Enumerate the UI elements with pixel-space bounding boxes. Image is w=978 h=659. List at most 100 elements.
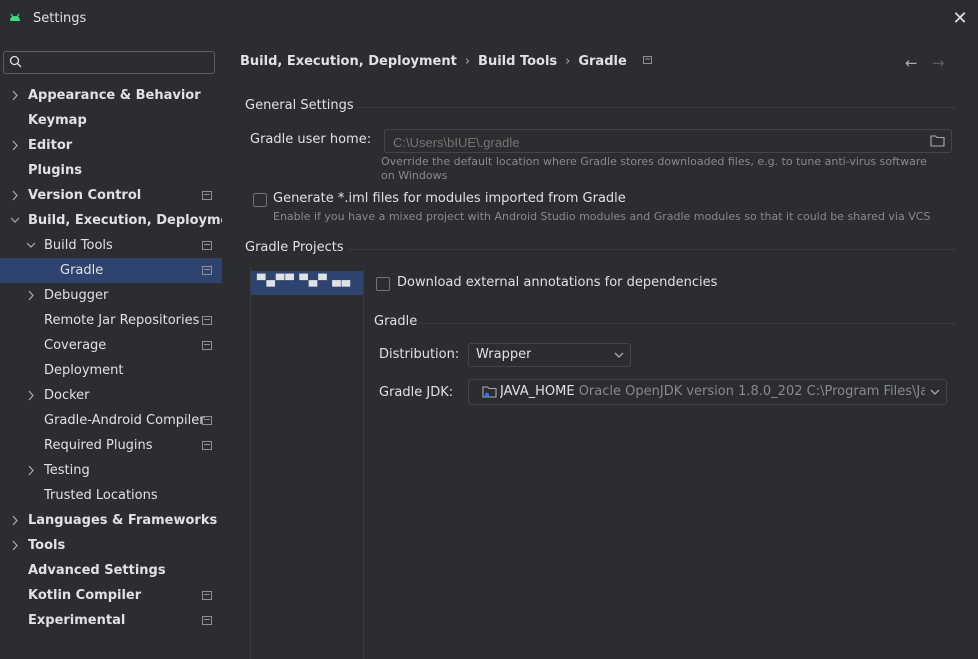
sidebar-item-label: Remote Jar Repositories — [44, 313, 200, 328]
gradle-user-home-input[interactable] — [391, 132, 915, 152]
project-list-item[interactable]: ▀▄▀▀ ▀▄▀ ▄▄ — [251, 271, 363, 295]
close-button[interactable]: ✕ — [950, 9, 970, 29]
gradle-jdk-label: Gradle JDK: — [379, 385, 454, 400]
breadcrumb-item: Gradle — [578, 54, 627, 69]
generate-iml-label[interactable]: Generate *.iml files for modules importe… — [273, 191, 626, 206]
sidebar-item-label: Tools — [28, 538, 66, 553]
sidebar-item-label: Build Tools — [44, 238, 113, 253]
sidebar-item-appearance-behavior[interactable]: Appearance & Behavior — [0, 83, 222, 108]
sidebar-item-docker[interactable]: Docker — [0, 383, 222, 408]
jdk-name: JAVA_HOME — [500, 384, 575, 399]
settings-content: Build, Execution, Deployment › Build Tools… — [222, 38, 978, 659]
sidebar-item-label: Build, Execution, Deployment — [28, 213, 245, 228]
page-settings-icon — [202, 266, 212, 275]
general-settings-title: General Settings — [245, 98, 354, 113]
sidebar-item-label: Advanced Settings — [28, 563, 166, 578]
android-icon — [10, 13, 20, 21]
sidebar-item-advanced-settings[interactable]: Advanced Settings — [0, 558, 222, 583]
sidebar-item-debugger[interactable]: Debugger — [0, 283, 222, 308]
download-annotations-label[interactable]: Download external annotations for depend… — [397, 275, 717, 290]
project-name: ▀▄▀▀ ▀▄▀ ▄▄ — [257, 274, 352, 287]
jdk-detail: Oracle OpenJDK version 1.8.0_202 C:\Prog… — [578, 384, 925, 399]
gradle-projects-list[interactable]: ▀▄▀▀ ▀▄▀ ▄▄ — [250, 268, 364, 659]
breadcrumb-item[interactable]: Build Tools — [478, 54, 557, 69]
settings-sidebar: Appearance & Behavior Keymap Editor Plugins… — [0, 38, 245, 659]
search-box[interactable] — [3, 51, 215, 74]
sidebar-item-version-control[interactable]: Version Control — [0, 183, 222, 208]
sidebar-item-remote-jar-repositories[interactable]: Remote Jar Repositories — [0, 308, 222, 333]
jdk-folder-icon — [482, 386, 497, 398]
sidebar-item-label: Testing — [44, 463, 90, 478]
page-settings-icon — [202, 591, 212, 600]
sidebar-item-testing[interactable]: Testing — [0, 458, 222, 483]
breadcrumb-item[interactable]: Build, Execution, Deployment — [240, 54, 457, 69]
sidebar-item-label: Keymap — [28, 113, 87, 128]
sidebar-item-label: Languages & Frameworks — [28, 513, 218, 528]
sidebar-item-label: Trusted Locations — [44, 488, 158, 503]
sidebar-item-kotlin-compiler[interactable]: Kotlin Compiler — [0, 583, 222, 608]
sidebar-item-experimental[interactable]: Experimental — [0, 608, 222, 633]
section-divider — [348, 249, 956, 250]
sidebar-item-gradle-android-compiler[interactable]: Gradle-Android Compiler — [0, 408, 222, 433]
page-settings-icon — [202, 191, 212, 200]
title-bar: Settings ✕ — [0, 0, 978, 38]
generate-iml-checkbox[interactable] — [253, 193, 267, 207]
forward-button[interactable]: → — [932, 54, 945, 72]
sidebar-item-languages-frameworks[interactable]: Languages & Frameworks — [0, 508, 222, 533]
back-button[interactable]: ← — [905, 54, 918, 72]
download-annotations-checkbox[interactable] — [376, 277, 390, 291]
generate-iml-hint: Enable if you have a mixed project with … — [273, 210, 931, 223]
gradle-user-home-label: Gradle user home: — [250, 132, 372, 147]
sidebar-item-editor[interactable]: Editor — [0, 133, 222, 158]
sidebar-item-label: Appearance & Behavior — [28, 88, 201, 103]
sidebar-item-coverage[interactable]: Coverage — [0, 333, 222, 358]
search-input[interactable] — [26, 53, 210, 74]
sidebar-item-label: Version Control — [28, 188, 142, 203]
search-icon — [9, 55, 22, 68]
sidebar-item-deployment[interactable]: Deployment — [0, 358, 222, 383]
gradle-projects-title: Gradle Projects — [245, 240, 344, 255]
breadcrumb-separator: › — [464, 54, 471, 69]
page-settings-icon — [202, 341, 212, 350]
page-settings-icon — [642, 56, 652, 64]
sidebar-item-label: Gradle-Android Compiler — [44, 413, 205, 428]
sidebar-item-keymap[interactable]: Keymap — [0, 108, 222, 133]
sidebar-item-label: Required Plugins — [44, 438, 153, 453]
sidebar-item-label: Editor — [28, 138, 73, 153]
breadcrumb: Build, Execution, Deployment › Build Tools… — [240, 54, 653, 69]
sidebar-item-label: Deployment — [44, 363, 124, 378]
window-title: Settings — [33, 11, 87, 26]
sidebar-item-tools[interactable]: Tools — [0, 533, 222, 558]
distribution-select[interactable]: Wrapper — [468, 343, 631, 367]
sidebar-item-gradle[interactable]: Gradle — [0, 258, 222, 283]
sidebar-item-label: Debugger — [44, 288, 109, 303]
sidebar-item-plugins[interactable]: Plugins — [0, 158, 222, 183]
sidebar-item-label: Plugins — [28, 163, 82, 178]
sidebar-item-required-plugins[interactable]: Required Plugins — [0, 433, 222, 458]
section-divider — [356, 107, 956, 108]
sidebar-item-build-execution-deployment[interactable]: Build, Execution, Deployment — [0, 208, 245, 233]
distribution-label: Distribution: — [379, 347, 460, 362]
sidebar-item-label: Coverage — [44, 338, 107, 353]
chevron-down-icon — [614, 352, 624, 358]
page-settings-icon — [202, 441, 212, 450]
folder-icon[interactable] — [930, 134, 945, 147]
sidebar-item-label: Kotlin Compiler — [28, 588, 142, 603]
page-settings-icon — [202, 241, 212, 250]
sidebar-item-build-tools[interactable]: Build Tools — [0, 233, 222, 258]
sidebar-item-trusted-locations[interactable]: Trusted Locations — [0, 483, 222, 508]
page-settings-icon — [202, 616, 212, 625]
breadcrumb-separator: › — [565, 54, 571, 69]
gradle-jdk-select[interactable]: JAVA_HOME Oracle OpenJDK version 1.8.0_2… — [468, 379, 947, 405]
sidebar-item-label: Experimental — [28, 613, 126, 628]
page-settings-icon — [202, 416, 212, 425]
sidebar-item-label: Docker — [44, 388, 90, 403]
distribution-value: Wrapper — [476, 347, 532, 362]
gradle-user-home-hint: Override the default location where Grad… — [381, 155, 927, 182]
jdk-value: JAVA_HOME Oracle OpenJDK version 1.8.0_2… — [500, 384, 925, 399]
section-divider — [420, 323, 956, 324]
gradle-user-home-field[interactable] — [384, 129, 952, 153]
gradle-section-title: Gradle — [374, 314, 418, 329]
page-settings-icon — [202, 316, 212, 325]
chevron-down-icon — [930, 389, 940, 395]
